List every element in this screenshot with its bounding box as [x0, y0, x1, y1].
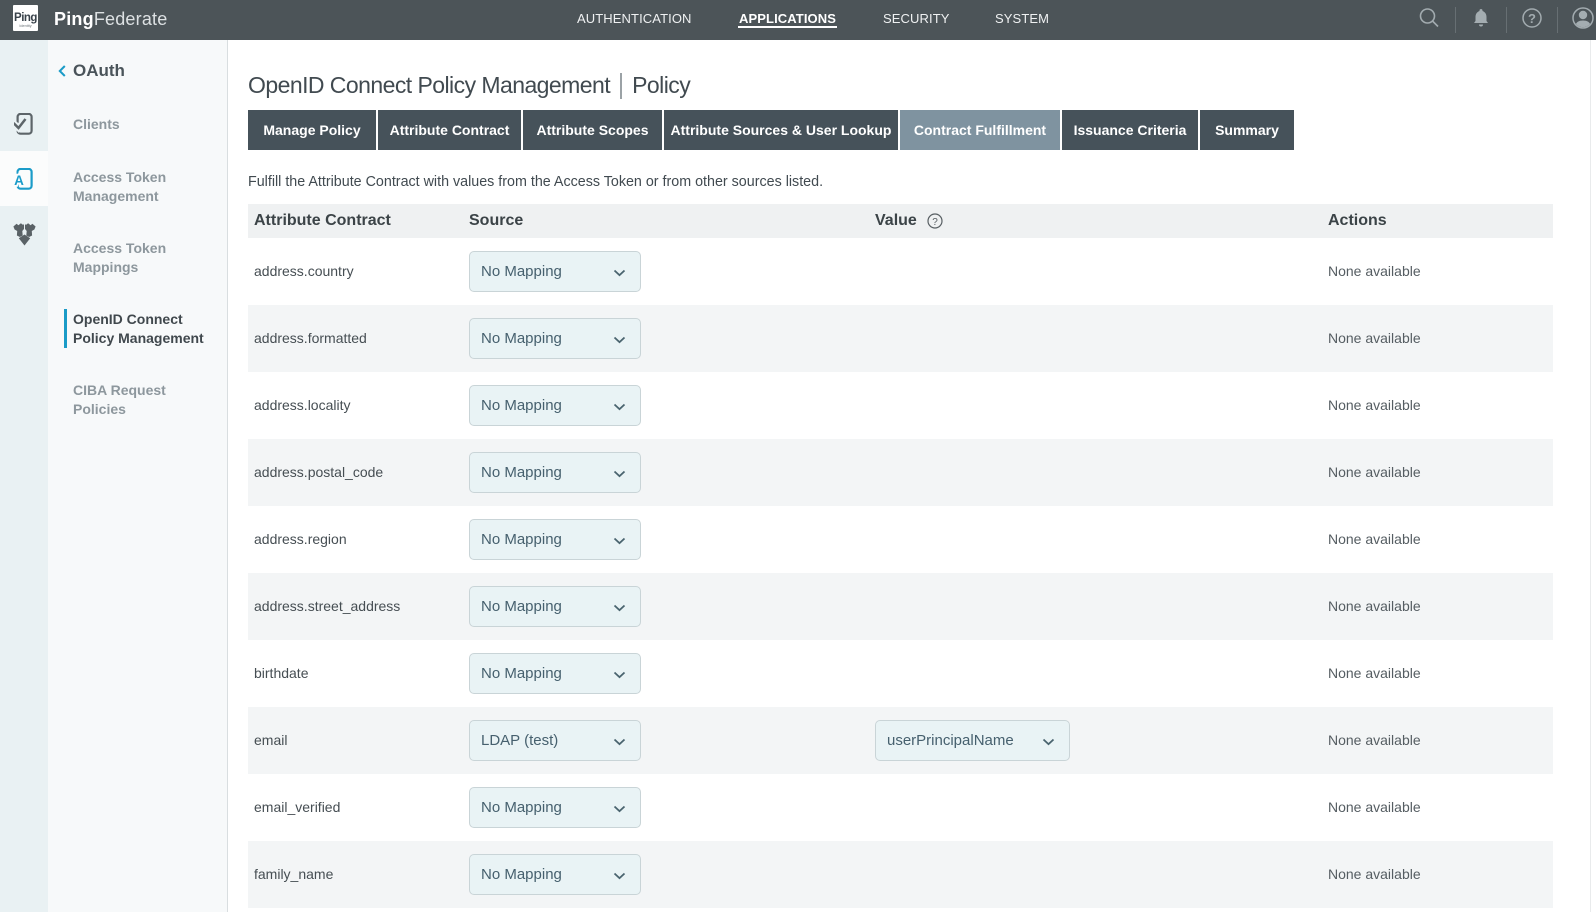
svg-text:A: A [14, 173, 24, 188]
svg-text:?: ? [1528, 11, 1536, 26]
svg-text:?: ? [932, 217, 938, 228]
